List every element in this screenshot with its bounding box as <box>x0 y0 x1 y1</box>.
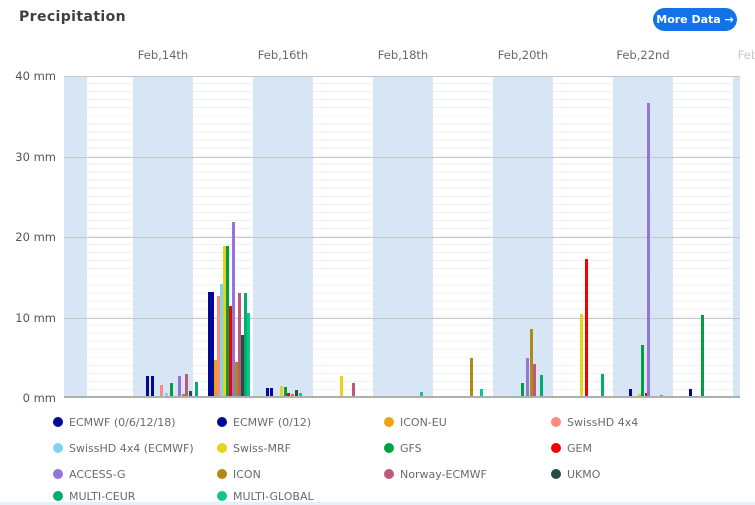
plot-area[interactable] <box>64 76 740 398</box>
x-axis-label: Feb,20th <box>478 48 568 62</box>
x-axis-label: Feb,18th <box>358 48 448 62</box>
legend-item-swissmrf: Swiss-MRF <box>217 441 291 455</box>
legend-item-iconeu: ICON-EU <box>384 415 447 429</box>
precip-bar-mceur <box>195 382 198 397</box>
y-axis-label: 0 mm <box>0 392 56 404</box>
legend-dot-icon <box>384 469 394 479</box>
legend-dot-icon <box>53 469 63 479</box>
legend-dot-icon <box>53 417 63 427</box>
legend-item-gfs: GFS <box>384 441 422 455</box>
legend-label: ECMWF (0/12) <box>233 416 311 429</box>
legend-label: Norway-ECMWF <box>400 468 487 481</box>
legend-dot-icon <box>217 469 227 479</box>
legend-label: ACCESS-G <box>69 468 126 481</box>
precip-bar-icon <box>470 358 473 397</box>
x-axis-label: Feb,22nd <box>598 48 688 62</box>
precip-bar-mceur <box>540 375 543 397</box>
legend-dot-icon <box>384 417 394 427</box>
chart-legend: ECMWF (0/6/12/18) ECMWF (0/12) ICON-EU Swis… <box>0 408 755 502</box>
x-axis-baseline <box>64 396 740 398</box>
x-axis-label: Feb,14th <box>118 48 208 62</box>
legend-dot-icon <box>217 443 227 453</box>
legend-label: ECMWF (0/6/12/18) <box>69 416 176 429</box>
y-axis-label: 10 mm <box>0 312 56 324</box>
legend-label: GFS <box>400 442 422 455</box>
legend-label: ICON-EU <box>400 416 447 429</box>
legend-item-swisshd_ec: SwissHD 4x4 (ECMWF) <box>53 441 194 455</box>
precip-bar-ecmwf_06 <box>146 376 149 397</box>
legend-label: UKMO <box>567 468 600 481</box>
precip-bar-swissmrf <box>340 376 343 397</box>
legend-dot-icon <box>551 417 561 427</box>
precip-bar-gfs <box>641 345 644 397</box>
legend-dot-icon <box>551 469 561 479</box>
precip-bar-access <box>647 103 650 397</box>
legend-label: GEM <box>567 442 592 455</box>
legend-item-mceur: MULTI-CEUR <box>53 489 135 503</box>
legend-item-access: ACCESS-G <box>53 467 126 481</box>
precip-bar-ecmwf_012 <box>151 376 154 397</box>
legend-item-icon: ICON <box>217 467 261 481</box>
legend-item-mglobal: MULTI-GLOBAL <box>217 489 314 503</box>
x-axis-label: Feb,16th <box>238 48 328 62</box>
major-gridline <box>64 318 740 319</box>
y-axis-label: 30 mm <box>0 151 56 163</box>
legend-dot-icon <box>53 443 63 453</box>
legend-dot-icon <box>53 491 63 501</box>
legend-label: ICON <box>233 468 261 481</box>
y-axis-label: 40 mm <box>0 70 56 82</box>
legend-dot-icon <box>217 417 227 427</box>
legend-label: Swiss-MRF <box>233 442 291 455</box>
precip-bar-gem <box>585 259 588 397</box>
precip-bar-mceur <box>601 374 604 397</box>
legend-item-swisshd: SwissHD 4x4 <box>551 415 638 429</box>
legend-label: SwissHD 4x4 (ECMWF) <box>69 442 194 455</box>
legend-label: MULTI-GLOBAL <box>233 490 314 503</box>
precip-bar-norway <box>533 364 536 397</box>
precip-bar-gfs <box>701 315 704 397</box>
precip-bar-mglobal <box>247 313 250 397</box>
major-gridline <box>64 76 740 77</box>
legend-label: SwissHD 4x4 <box>567 416 638 429</box>
legend-label: MULTI-CEUR <box>69 490 135 503</box>
precip-bar-swissmrf <box>580 314 583 397</box>
y-axis-label: 20 mm <box>0 231 56 243</box>
precip-bar-gfs <box>170 383 173 397</box>
major-gridline <box>64 157 740 158</box>
legend-item-ecmwf_012: ECMWF (0/12) <box>217 415 311 429</box>
precip-bar-norway <box>352 383 355 397</box>
legend-item-ecmwf_06: ECMWF (0/6/12/18) <box>53 415 176 429</box>
legend-item-norway: Norway-ECMWF <box>384 467 487 481</box>
legend-item-ukmo: UKMO <box>551 467 600 481</box>
legend-dot-icon <box>217 491 227 501</box>
legend-dot-icon <box>384 443 394 453</box>
precip-bar-gfs <box>521 383 524 397</box>
precip-bar-norway <box>185 374 188 397</box>
legend-item-gem: GEM <box>551 441 592 455</box>
x-axis-label: Feb,24th <box>718 48 755 62</box>
legend-dot-icon <box>551 443 561 453</box>
major-gridline <box>64 237 740 238</box>
